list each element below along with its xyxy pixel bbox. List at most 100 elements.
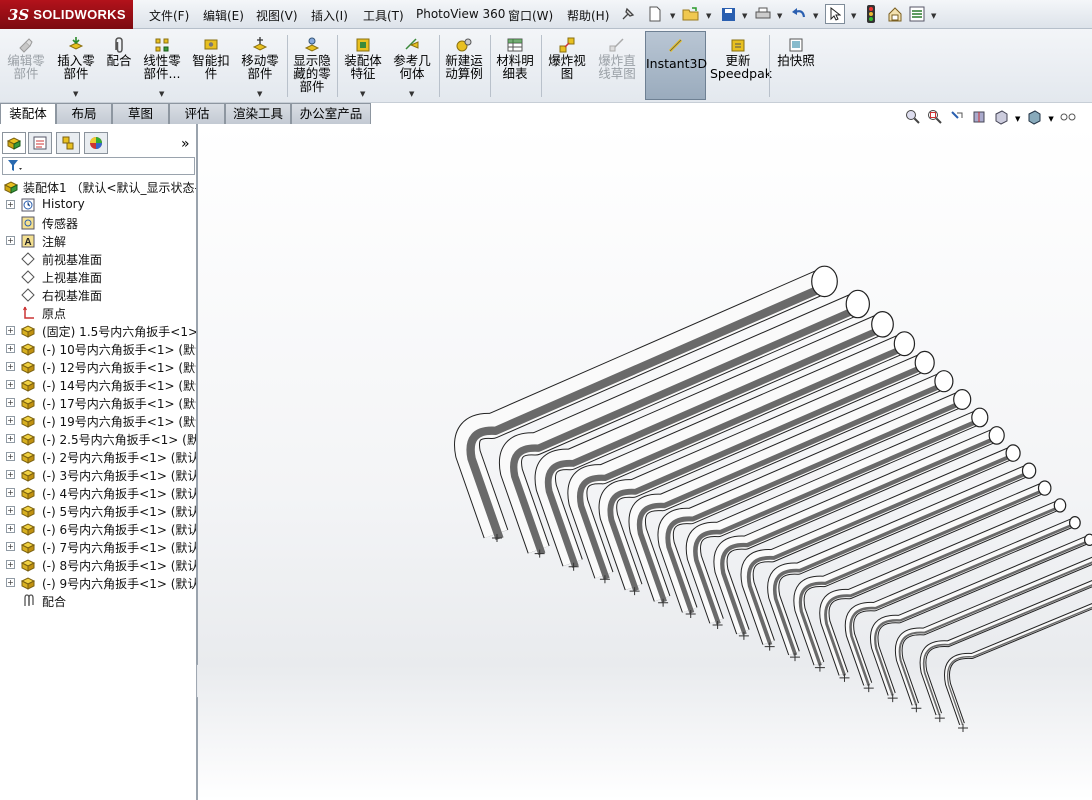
mate-button[interactable]: 配合 [103,33,135,99]
open-folder-icon[interactable] [681,4,701,24]
expand-node-icon[interactable]: + [6,542,15,551]
hide-show-items-icon[interactable] [1060,111,1076,127]
explode-line-sketch-button[interactable]: 爆炸直 线草图 [594,33,640,99]
configuration-manager-tab[interactable] [56,132,80,154]
tree-node[interactable]: + (-) 8号内六角扳手<1> (默认 [0,556,196,574]
smart-fasteners-button[interactable]: 智能扣 件 [189,33,233,99]
chevron-down-icon[interactable]: ▼ [1015,115,1020,123]
undo-icon[interactable] [789,4,809,24]
assembly-features-button[interactable]: 装配体 特征 ▼ [341,33,385,99]
expand-node-icon[interactable]: + [6,398,15,407]
tree-node[interactable]: 右视基准面 [0,286,196,304]
print-icon[interactable] [753,4,773,24]
menu-help[interactable]: 帮助(H) [567,7,609,24]
edit-component-button[interactable]: 编辑零 部件 [4,33,48,99]
menu-photoview[interactable]: PhotoView 360 [416,7,505,21]
tree-filter[interactable] [2,157,195,175]
rebuild-traffic-light-icon[interactable] [863,4,879,24]
tree-node[interactable]: + (-) 2号内六角扳手<1> (默认 [0,448,196,466]
section-view-icon[interactable] [971,109,987,129]
display-manager-tab[interactable] [84,132,108,154]
chevron-down-icon[interactable]: ▼ [851,12,856,20]
bill-of-materials-button[interactable]: 材料明 细表 [493,33,537,99]
tree-node[interactable]: + (-) 3号内六角扳手<1> (默认 [0,466,196,484]
tab-sketch[interactable]: 草图 [112,103,169,124]
chevron-down-icon[interactable]: ▼ [931,12,936,20]
hex-key-set-model[interactable] [198,124,1092,800]
update-speedpak-button[interactable]: 更新 Speedpak [710,33,772,99]
tree-node[interactable]: + (-) 5号内六角扳手<1> (默认 [0,502,196,520]
chevron-down-icon[interactable]: ▼ [257,90,262,98]
tree-node[interactable]: + (-) 4号内六角扳手<1> (默认 [0,484,196,502]
hex-key-wrench[interactable] [919,569,1092,723]
move-component-button[interactable]: 移动零 部件 ▼ [237,33,283,99]
hex-key-wrench[interactable] [944,586,1092,732]
expand-node-icon[interactable]: + [6,434,15,443]
tree-node[interactable]: + History [0,196,196,214]
chevron-down-icon[interactable]: ▼ [813,12,818,20]
expand-node-icon[interactable]: + [6,578,15,587]
take-snapshot-button[interactable]: 拍快照 [773,33,819,99]
chevron-down-icon[interactable]: ▼ [670,12,675,20]
tab-render-tools[interactable]: 渲染工具 [225,103,291,124]
menu-tools[interactable]: 工具(T) [363,7,404,24]
exploded-view-button[interactable]: 爆炸视 图 [544,33,590,99]
menu-window[interactable]: 窗口(W) [508,7,553,24]
tree-node[interactable]: 配合 [0,592,196,610]
tree-node[interactable]: + (-) 6号内六角扳手<1> (默认 [0,520,196,538]
show-hidden-components-button[interactable]: 显示隐 藏的零 部件 [290,33,334,99]
reference-geometry-button[interactable]: 参考几 何体 ▼ [389,33,435,99]
tree-node[interactable]: + A 注解 [0,232,196,250]
expand-node-icon[interactable]: + [6,506,15,515]
expand-node-icon[interactable]: + [6,524,15,533]
expand-node-icon[interactable]: + [6,236,15,245]
tree-node[interactable]: + (-) 10号内六角扳手<1> (默认 [0,340,196,358]
expand-node-icon[interactable]: + [6,362,15,371]
expand-node-icon[interactable]: + [6,326,15,335]
tree-node[interactable]: + (-) 19号内六角扳手<1> (默认 [0,412,196,430]
tree-root-assembly[interactable]: 装配体1 （默认<默认_显示状态- [0,178,196,196]
tree-node[interactable]: + (固定) 1.5号内六角扳手<1> [0,322,196,340]
tree-node[interactable]: 上视基准面 [0,268,196,286]
tab-assembly[interactable]: 装配体 [0,103,56,125]
display-style-icon[interactable] [1026,109,1042,129]
file-properties-icon[interactable] [885,4,905,24]
tab-layout[interactable]: 布局 [56,103,112,124]
tab-evaluate[interactable]: 评估 [169,103,225,124]
graphics-area[interactable] [198,124,1092,800]
expand-node-icon[interactable]: + [6,380,15,389]
expand-node-icon[interactable]: + [6,200,15,209]
tree-node[interactable]: + (-) 17号内六角扳手<1> (默认 [0,394,196,412]
tree-node[interactable]: 原点 [0,304,196,322]
chevron-down-icon[interactable]: ▼ [706,12,711,20]
zoom-to-area-icon[interactable] [927,109,943,129]
expand-panel-button[interactable]: » [181,136,190,152]
expand-node-icon[interactable]: + [6,416,15,425]
previous-view-icon[interactable] [949,109,965,129]
property-manager-tab[interactable] [28,132,52,154]
menu-file[interactable]: 文件(F) [149,7,189,24]
solidworks-logo[interactable]: 3S SOLIDWORKS [0,0,133,29]
menu-view[interactable]: 视图(V) [256,7,298,24]
tab-office-products[interactable]: 办公室产品 [291,103,371,124]
expand-node-icon[interactable]: + [6,488,15,497]
expand-node-icon[interactable]: + [6,470,15,479]
instant3d-button[interactable]: Instant3D [645,31,707,100]
tree-node[interactable]: 前视基准面 [0,250,196,268]
tree-node[interactable]: 传感器 [0,214,196,232]
insert-components-button[interactable]: 插入零 部件 ▼ [53,33,99,99]
chevron-down-icon[interactable]: ▼ [777,12,782,20]
chevron-down-icon[interactable]: ▼ [409,90,414,98]
view-orientation-icon[interactable] [993,109,1009,129]
expand-node-icon[interactable]: + [6,560,15,569]
save-icon[interactable] [718,4,738,24]
expand-node-icon[interactable]: + [6,344,15,353]
tree-node[interactable]: + (-) 12号内六角扳手<1> (默认 [0,358,196,376]
tree-node[interactable]: + (-) 9号内六角扳手<1> (默认 [0,574,196,592]
pin-icon[interactable] [619,4,637,24]
options-icon[interactable] [907,4,927,24]
menu-edit[interactable]: 编辑(E) [203,7,244,24]
feature-manager-tab[interactable] [2,132,26,154]
tree-node[interactable]: + (-) 14号内六角扳手<1> (默认 [0,376,196,394]
expand-node-icon[interactable]: + [6,452,15,461]
